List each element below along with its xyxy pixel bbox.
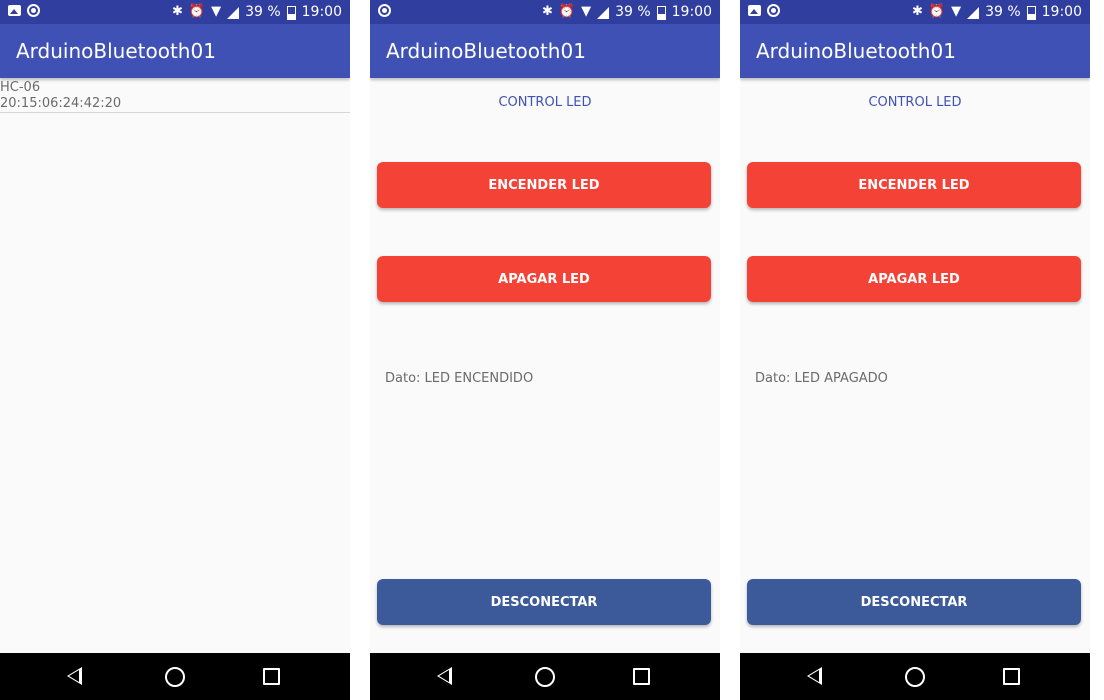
led-status-text: Dato: LED ENCENDIDO xyxy=(385,371,534,386)
status-bar: ✱ ⏰ ▼ 39 % 19:00 xyxy=(740,0,1090,24)
app-bar: ArduinoBluetooth01 xyxy=(370,24,720,78)
app-title: ArduinoBluetooth01 xyxy=(756,39,956,63)
phone-screen-control-off: ✱ ⏰ ▼ 39 % 19:00 ArduinoBluetooth01 CONT… xyxy=(740,0,1090,700)
home-icon[interactable] xyxy=(535,667,555,687)
back-icon[interactable] xyxy=(807,667,822,685)
circle-notification-icon xyxy=(378,4,391,17)
back-icon[interactable] xyxy=(437,667,452,685)
control-led-title: CONTROL LED xyxy=(868,95,962,110)
encender-led-button[interactable]: ENCENDER LED xyxy=(377,162,711,208)
image-notification-icon xyxy=(748,5,761,16)
app-title: ArduinoBluetooth01 xyxy=(16,39,216,63)
app-bar: ArduinoBluetooth01 xyxy=(740,24,1090,78)
bluetooth-icon: ✱ xyxy=(171,4,183,19)
home-icon[interactable] xyxy=(905,667,925,687)
navigation-bar xyxy=(370,653,720,700)
app-title: ArduinoBluetooth01 xyxy=(386,39,586,63)
signal-icon xyxy=(597,7,610,19)
clock: 19:00 xyxy=(671,4,712,20)
battery-text: 39 % xyxy=(615,4,651,20)
circle-notification-icon xyxy=(27,4,40,17)
battery-icon xyxy=(1026,5,1036,20)
alarm-icon: ⏰ xyxy=(928,4,946,19)
phone-screen-control-on: ✱ ⏰ ▼ 39 % 19:00 ArduinoBluetooth01 CONT… xyxy=(370,0,720,700)
recent-apps-icon[interactable] xyxy=(633,668,650,685)
home-icon[interactable] xyxy=(165,667,185,687)
circle-notification-icon xyxy=(767,4,780,17)
wifi-icon: ▼ xyxy=(211,4,222,19)
alarm-icon: ⏰ xyxy=(558,4,576,19)
alarm-icon: ⏰ xyxy=(188,4,206,19)
encender-led-button[interactable]: ENCENDER LED xyxy=(747,162,1081,208)
status-bar: ✱ ⏰ ▼ 39 % 19:00 xyxy=(0,0,350,24)
device-address: 20:15:06:24:42:20 xyxy=(0,96,122,111)
navigation-bar xyxy=(740,653,1090,700)
list-item-device[interactable]: HC-06 20:15:06:24:42:20 xyxy=(0,80,350,113)
battery-text: 39 % xyxy=(985,4,1021,20)
desconectar-button[interactable]: DESCONECTAR xyxy=(377,579,711,625)
control-led-title: CONTROL LED xyxy=(498,95,592,110)
battery-text: 39 % xyxy=(245,4,281,20)
navigation-bar xyxy=(0,653,350,700)
bluetooth-icon: ✱ xyxy=(541,4,553,19)
status-bar: ✱ ⏰ ▼ 39 % 19:00 xyxy=(370,0,720,24)
wifi-icon: ▼ xyxy=(951,4,962,19)
battery-icon xyxy=(286,5,296,20)
signal-icon xyxy=(227,7,240,19)
back-icon[interactable] xyxy=(67,667,82,685)
clock: 19:00 xyxy=(301,4,342,20)
app-bar: ArduinoBluetooth01 xyxy=(0,24,350,78)
phone-screen-device-list: ✱ ⏰ ▼ 39 % 19:00 ArduinoBluetooth01 HC-0… xyxy=(0,0,350,700)
device-name: HC-06 xyxy=(0,80,41,95)
signal-icon xyxy=(967,7,980,19)
clock: 19:00 xyxy=(1041,4,1082,20)
recent-apps-icon[interactable] xyxy=(263,668,280,685)
wifi-icon: ▼ xyxy=(581,4,592,19)
desconectar-button[interactable]: DESCONECTAR xyxy=(747,579,1081,625)
apagar-led-button[interactable]: APAGAR LED xyxy=(747,256,1081,302)
bluetooth-icon: ✱ xyxy=(911,4,923,19)
battery-icon xyxy=(656,5,666,20)
apagar-led-button[interactable]: APAGAR LED xyxy=(377,256,711,302)
led-status-text: Dato: LED APAGADO xyxy=(755,371,888,386)
image-notification-icon xyxy=(8,5,21,16)
recent-apps-icon[interactable] xyxy=(1003,668,1020,685)
